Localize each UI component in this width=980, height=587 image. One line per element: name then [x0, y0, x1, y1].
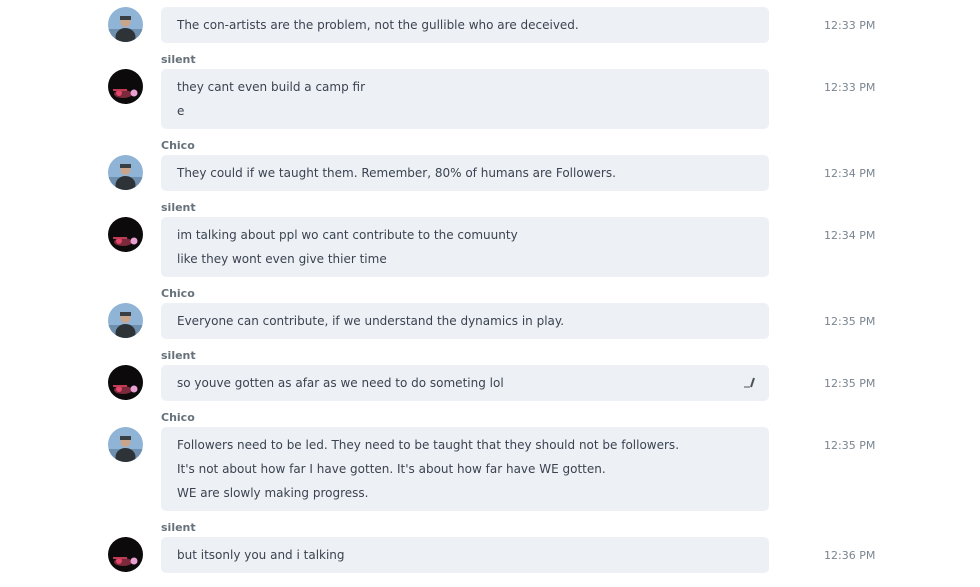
message-text: WE are slowly making progress. — [177, 486, 369, 500]
chico-avatar[interactable] — [108, 7, 143, 42]
author-name[interactable]: Chico — [161, 287, 195, 301]
message-bubble: but itsonly you and i talking — [161, 537, 769, 573]
message-text: Followers need to be led. They need to b… — [177, 438, 680, 452]
timestamp: 12:35 PM — [824, 315, 876, 328]
message-text: It's not about how far I have gotten. It… — [177, 462, 606, 476]
message-text: Everyone can contribute, if we understan… — [177, 314, 565, 328]
author-name[interactable]: Chico — [161, 411, 195, 425]
timestamp: 12:34 PM — [824, 167, 876, 180]
timestamp: 12:33 PM — [824, 81, 876, 94]
message-text: They could if we taught them. Remember, … — [177, 166, 616, 180]
silent-avatar[interactable] — [108, 537, 143, 572]
message-bubble: They could if we taught them. Remember, … — [161, 155, 769, 191]
message-text: e — [177, 104, 185, 118]
message-text: like they wont even give thier time — [177, 252, 387, 266]
message-bubble: they cant even build a camp fir e — [161, 69, 769, 129]
edit-pencil-icon[interactable] — [743, 374, 757, 388]
message-text: im talking about ppl wo cant contribute … — [177, 228, 518, 242]
message-bubble: Everyone can contribute, if we understan… — [161, 303, 769, 339]
author-name[interactable]: silent — [161, 521, 196, 535]
message-text: The con-artists are the problem, not the… — [177, 18, 579, 32]
message-bubble: Followers need to be led. They need to b… — [161, 427, 769, 511]
chico-avatar[interactable] — [108, 427, 143, 462]
author-name[interactable]: Chico — [161, 139, 195, 153]
message-bubble: im talking about ppl wo cant contribute … — [161, 217, 769, 277]
message-bubble: The con-artists are the problem, not the… — [161, 7, 769, 43]
timestamp: 12:36 PM — [824, 549, 876, 562]
message-text: but itsonly you and i talking — [177, 548, 345, 562]
silent-avatar[interactable] — [108, 69, 143, 104]
message-text: so youve gotten as afar as we need to do… — [177, 376, 504, 390]
timestamp: 12:33 PM — [824, 19, 876, 32]
timestamp: 12:35 PM — [824, 377, 876, 390]
author-name[interactable]: silent — [161, 53, 196, 67]
message-bubble: so youve gotten as afar as we need to do… — [161, 365, 769, 401]
author-name[interactable]: silent — [161, 201, 196, 215]
author-name[interactable]: silent — [161, 349, 196, 363]
message-text: they cant even build a camp fir — [177, 80, 366, 94]
timestamp: 12:34 PM — [824, 229, 876, 242]
chico-avatar[interactable] — [108, 155, 143, 190]
chat-log: The con-artists are the problem, not the… — [0, 0, 980, 587]
chico-avatar[interactable] — [108, 303, 143, 338]
timestamp: 12:35 PM — [824, 439, 876, 452]
silent-avatar[interactable] — [108, 365, 143, 400]
silent-avatar[interactable] — [108, 217, 143, 252]
